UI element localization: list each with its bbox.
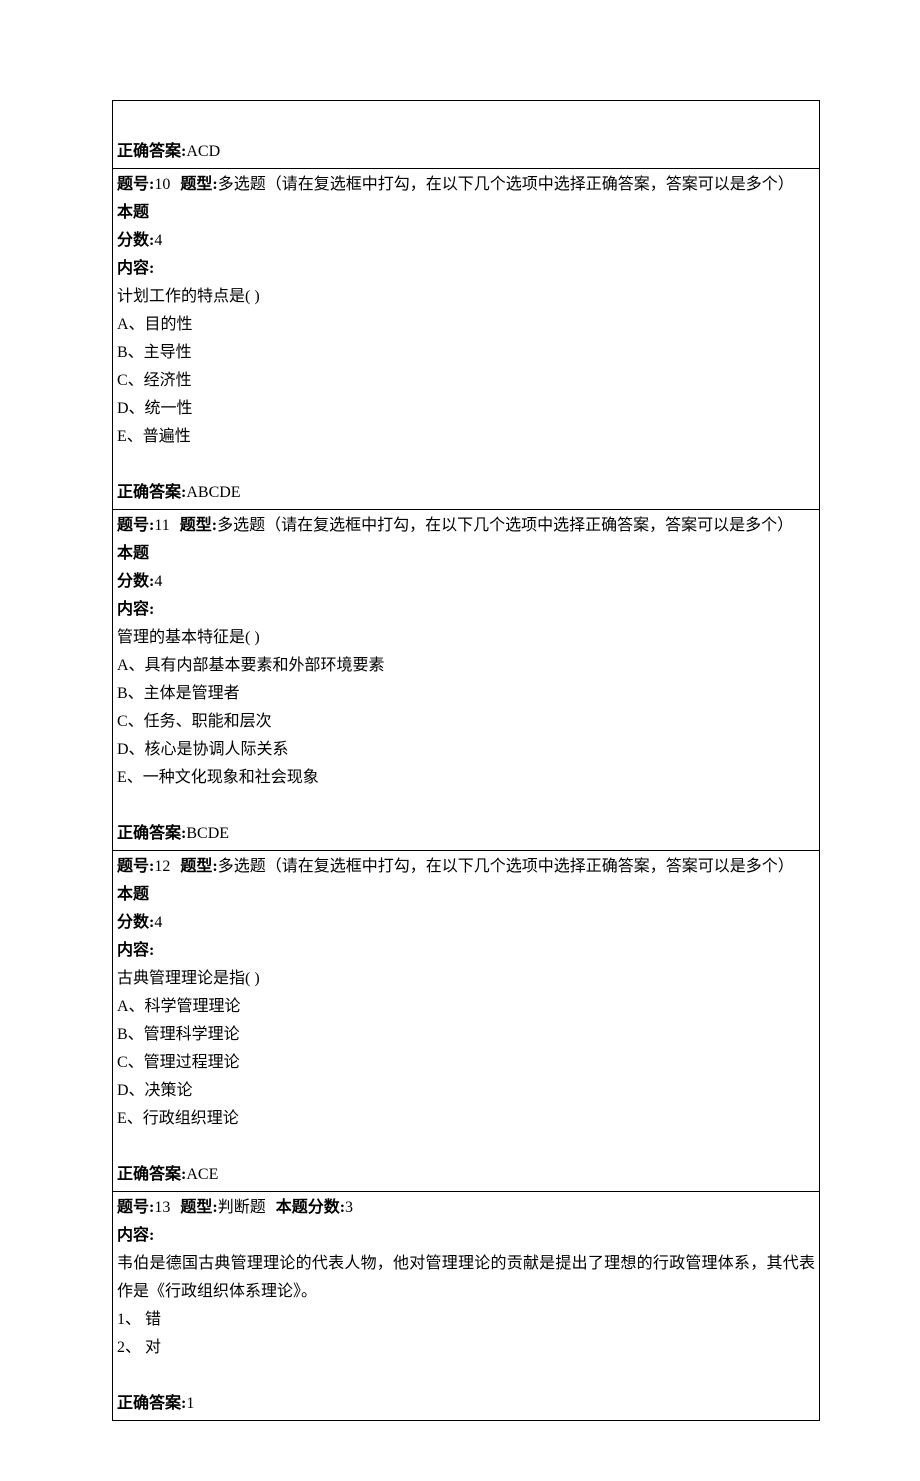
q10-opt-a: A、目的性 xyxy=(117,311,815,339)
points-label: 本题分数: xyxy=(276,1199,345,1216)
q13-question: 韦伯是德国古典管理理论的代表人物，他对管理理论的贡献是提出了理想的行政管理体系，… xyxy=(117,1250,815,1306)
qtype-label: 题型: xyxy=(180,517,217,534)
qnum-label: 题号: xyxy=(117,858,154,875)
q11-opt-e: E、一种文化现象和社会现象 xyxy=(117,764,815,792)
questions-table: 正确答案:ACD 题号:10 题型:多选题（请在复选框中打勾，在以下几个选项中选… xyxy=(112,100,820,1421)
q11-opt-d: D、核心是协调人际关系 xyxy=(117,736,815,764)
content-label: 内容: xyxy=(117,596,815,624)
answer-label: 正确答案: xyxy=(117,1166,186,1183)
q12-points: 4 xyxy=(154,914,162,931)
q10-opt-e: E、普遍性 xyxy=(117,423,815,451)
q11-type: 多选题（请在复选框中打勾，在以下几个选项中选择正确答案，答案可以是多个） xyxy=(217,517,793,534)
q10-opt-d: D、统一性 xyxy=(117,395,815,423)
points-inline: 本题 xyxy=(117,881,149,909)
q10-points: 4 xyxy=(154,232,162,249)
q12-question: 古典管理理论是指( ) xyxy=(117,965,815,993)
points-line2-label: 分数: xyxy=(117,573,154,590)
q13-cell: 题号:13 题型:判断题 本题分数:3 内容: 韦伯是德国古典管理理论的代表人物… xyxy=(113,1192,819,1420)
q13-opt-a: 1、 错 xyxy=(117,1306,815,1334)
q12-opt-c: C、管理过程理论 xyxy=(117,1049,815,1077)
content-label: 内容: xyxy=(117,937,815,965)
q11-opt-c: C、任务、职能和层次 xyxy=(117,708,815,736)
q12-answer: ACE xyxy=(186,1166,218,1183)
q9-answer: ACD xyxy=(186,143,220,160)
q13-answer: 1 xyxy=(186,1395,194,1412)
q13-num: 13 xyxy=(154,1199,170,1216)
q12-opt-d: D、决策论 xyxy=(117,1077,815,1105)
q10-type: 多选题（请在复选框中打勾，在以下几个选项中选择正确答案，答案可以是多个） xyxy=(218,176,794,193)
points-inline: 本题 xyxy=(117,540,149,568)
q10-opt-c: C、经济性 xyxy=(117,367,815,395)
answer-label: 正确答案: xyxy=(117,1395,186,1412)
points-line2-label: 分数: xyxy=(117,914,154,931)
content-label: 内容: xyxy=(117,255,815,283)
q13-points: 3 xyxy=(345,1199,353,1216)
answer-label: 正确答案: xyxy=(117,484,186,501)
q11-num: 11 xyxy=(154,517,169,534)
qnum-label: 题号: xyxy=(117,1199,154,1216)
q11-answer: BCDE xyxy=(186,825,229,842)
points-inline: 本题 xyxy=(117,199,149,227)
q11-points: 4 xyxy=(154,573,162,590)
qtype-label: 题型: xyxy=(180,858,217,875)
q13-type: 判断题 xyxy=(218,1199,266,1216)
q10-answer: ABCDE xyxy=(186,484,240,501)
q10-question: 计划工作的特点是( ) xyxy=(117,283,815,311)
q9-cell: 正确答案:ACD xyxy=(113,101,819,169)
q12-type: 多选题（请在复选框中打勾，在以下几个选项中选择正确答案，答案可以是多个） xyxy=(218,858,794,875)
qtype-label: 题型: xyxy=(180,1199,217,1216)
q10-num: 10 xyxy=(154,176,170,193)
q13-opt-b: 2、 对 xyxy=(117,1334,815,1362)
q12-opt-a: A、科学管理理论 xyxy=(117,993,815,1021)
qnum-label: 题号: xyxy=(117,517,154,534)
q12-opt-b: B、管理科学理论 xyxy=(117,1021,815,1049)
content-label: 内容: xyxy=(117,1222,815,1250)
answer-label: 正确答案: xyxy=(117,825,186,842)
q11-opt-b: B、主体是管理者 xyxy=(117,680,815,708)
q11-cell: 题号:11 题型:多选题（请在复选框中打勾，在以下几个选项中选择正确答案，答案可… xyxy=(113,510,819,851)
q10-opt-b: B、主导性 xyxy=(117,339,815,367)
q10-cell: 题号:10 题型:多选题（请在复选框中打勾，在以下几个选项中选择正确答案，答案可… xyxy=(113,169,819,510)
q12-num: 12 xyxy=(154,858,170,875)
q11-question: 管理的基本特征是( ) xyxy=(117,624,815,652)
q11-opt-a: A、具有内部基本要素和外部环境要素 xyxy=(117,652,815,680)
qtype-label: 题型: xyxy=(180,176,217,193)
q12-opt-e: E、行政组织理论 xyxy=(117,1105,815,1133)
points-line2-label: 分数: xyxy=(117,232,154,249)
q12-cell: 题号:12 题型:多选题（请在复选框中打勾，在以下几个选项中选择正确答案，答案可… xyxy=(113,851,819,1192)
qnum-label: 题号: xyxy=(117,176,154,193)
answer-label: 正确答案: xyxy=(117,143,186,160)
